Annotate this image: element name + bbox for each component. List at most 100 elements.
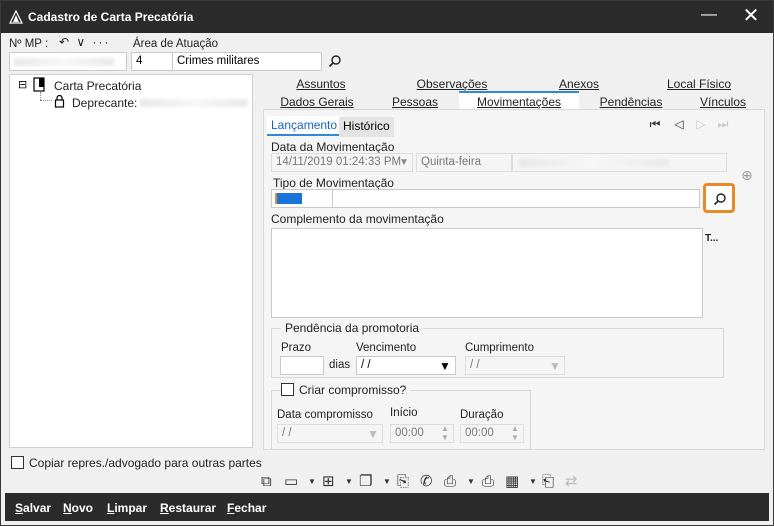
nav-next-button[interactable]: ▷: [691, 115, 711, 133]
document-edit-icon[interactable]: ⎗: [542, 474, 554, 490]
copy-representative-checkbox[interactable]: [11, 456, 24, 469]
novo-button[interactable]: Novo: [63, 501, 93, 515]
data-compromisso-dropdown-icon[interactable]: ▼: [367, 427, 379, 441]
novo-rest: ovo: [71, 501, 94, 515]
data-movimentacao-input[interactable]: 14/11/2019 01:24:33 PM: [271, 153, 413, 172]
criar-compromisso-label: Criar compromisso?: [295, 383, 411, 397]
prazo-input[interactable]: [280, 356, 324, 375]
window-title: Cadastro de Carta Precatória: [28, 10, 194, 24]
tab-local-fisico[interactable]: Local Físico: [635, 75, 763, 93]
dias-label: dias: [329, 359, 351, 371]
area-code-input[interactable]: 4: [131, 52, 173, 71]
tipo-code-input[interactable]: [271, 189, 333, 208]
person-lock-icon: [54, 94, 65, 108]
area-name-input[interactable]: Crimes militares: [172, 52, 322, 71]
tipo-description-input[interactable]: [332, 189, 700, 208]
copy-representative-label: Copiar repres./advogado para outras part…: [29, 456, 262, 470]
add-document-icon[interactable]: ⧉: [261, 474, 272, 490]
inicio-spinner-icon[interactable]: ▲ ▼: [441, 424, 449, 442]
tree-connector-h: [40, 100, 52, 101]
calendar-caret-icon[interactable]: ▼: [529, 477, 537, 486]
tab-dados-gerais-label: Dados Gerais: [280, 95, 354, 109]
tipo-code-highlight: [275, 193, 302, 204]
duracao-spinner-icon[interactable]: ▲ ▼: [511, 424, 519, 442]
mp-tools[interactable]: ↶ ∨ ···: [59, 35, 111, 49]
vencimento-dropdown-icon[interactable]: ▼: [439, 359, 451, 373]
network-icon[interactable]: ⊞: [322, 474, 335, 490]
prazo-label: Prazo: [281, 342, 312, 354]
salvar-rest: alvar: [23, 501, 52, 515]
tab-observacoes-label: Observações: [416, 77, 488, 91]
subtab-lancamento[interactable]: Lançamento: [267, 116, 342, 136]
area-search-icon[interactable]: [328, 54, 342, 68]
fechar-rest: echar: [234, 501, 267, 515]
restaurar-rest: estaurar: [168, 501, 217, 515]
window-caret-icon[interactable]: ▼: [308, 477, 316, 486]
restaurar-key: R: [160, 501, 169, 515]
tipo-search-button[interactable]: [703, 183, 735, 213]
sync-icon[interactable]: ⇄: [565, 474, 578, 490]
nav-first-button[interactable]: ⏮: [645, 115, 665, 133]
pendencia-group-title: Pendência da promotoria: [281, 321, 424, 335]
complemento-textarea[interactable]: [271, 228, 703, 318]
inicio-label: Início: [390, 407, 418, 419]
tab-assuntos[interactable]: Assuntos: [269, 75, 373, 93]
tree-root-label[interactable]: Carta Precatória: [54, 79, 141, 93]
tipo-movimentacao-label: Tipo de Movimentação: [273, 176, 394, 190]
attach-document-icon[interactable]: ⎘: [397, 474, 409, 490]
add-icon[interactable]: ⊕: [741, 167, 753, 184]
weekday-field: Quinta-feira: [416, 153, 512, 172]
tab-anexos-label: Anexos: [558, 77, 600, 91]
limpar-button[interactable]: Limpar: [107, 501, 147, 515]
criar-compromisso-checkbox[interactable]: [281, 383, 294, 396]
bottom-button-bar: Salvar Novo Limpar Restaurar Fechar: [5, 493, 769, 521]
text-marker[interactable]: T...: [705, 233, 718, 244]
copy-caret-icon[interactable]: ▼: [383, 477, 391, 486]
tab-local-fisico-label: Local Físico: [666, 77, 732, 91]
cumprimento-dropdown-icon[interactable]: ▼: [549, 359, 561, 373]
area-label: Área de Atuação: [133, 38, 219, 50]
printer-icon[interactable]: ⎙: [444, 474, 456, 490]
tree-child-redacted: [140, 99, 248, 107]
phone-icon[interactable]: ✆: [420, 474, 433, 490]
calendar-icon[interactable]: ▦: [505, 474, 519, 490]
restaurar-button[interactable]: Restaurar: [160, 501, 216, 515]
nav-prev-button[interactable]: ◁: [669, 115, 689, 133]
network-caret-icon[interactable]: ▼: [345, 477, 353, 486]
app-logo-icon: [9, 10, 23, 24]
window-icon[interactable]: ▭: [284, 474, 298, 490]
nav-last-button[interactable]: ⏭: [713, 115, 733, 133]
minimize-button[interactable]: —: [691, 3, 727, 31]
subtab-historico[interactable]: Histórico: [339, 117, 394, 137]
tab-vinculos-label: Vínculos: [699, 95, 747, 109]
main-window: Cadastro de Carta Precatória — ✕ Nº MP :…: [0, 0, 774, 526]
tree-panel: ⊟ Carta Precatória Deprecante:: [9, 74, 253, 448]
salvar-key: S: [15, 501, 24, 515]
data-compromisso-label: Data compromisso: [277, 409, 373, 421]
title-bar: Cadastro de Carta Precatória — ✕: [1, 1, 773, 33]
fechar-button[interactable]: Fechar: [227, 501, 266, 515]
tab-assuntos-label: Assuntos: [296, 77, 346, 91]
printer-caret-icon[interactable]: ▼: [467, 477, 475, 486]
tree-collapse-icon[interactable]: ⊟: [18, 78, 27, 91]
data-movimentacao-value: 14/11/2019 01:24:33 PM: [276, 156, 402, 168]
cumprimento-label: Cumprimento: [465, 342, 535, 354]
complemento-label: Complemento da movimentação: [271, 212, 444, 226]
tree-connector: [40, 92, 41, 100]
salvar-button[interactable]: Salvar: [15, 501, 51, 515]
tab-movimentacoes-label: Movimentações: [476, 95, 562, 109]
copy-document-icon[interactable]: ❐: [359, 474, 372, 490]
print-preview-icon[interactable]: ⎙: [482, 474, 494, 490]
responsible-field: [512, 153, 727, 172]
tab-movimentacoes[interactable]: Movimentações: [459, 91, 579, 111]
novo-key: N: [63, 501, 72, 515]
vencimento-label: Vencimento: [356, 342, 417, 354]
limpar-rest: impar: [114, 501, 148, 515]
mp-number-input[interactable]: [9, 52, 127, 71]
tab-pessoas-label: Pessoas: [391, 95, 439, 109]
tree-child-label[interactable]: Deprecante:: [72, 96, 137, 110]
mp-label: Nº MP :: [9, 38, 49, 50]
data-movimentacao-label: Data da Movimentação: [271, 140, 395, 154]
data-dropdown-icon[interactable]: ▼: [399, 157, 409, 168]
close-button[interactable]: ✕: [733, 3, 769, 31]
